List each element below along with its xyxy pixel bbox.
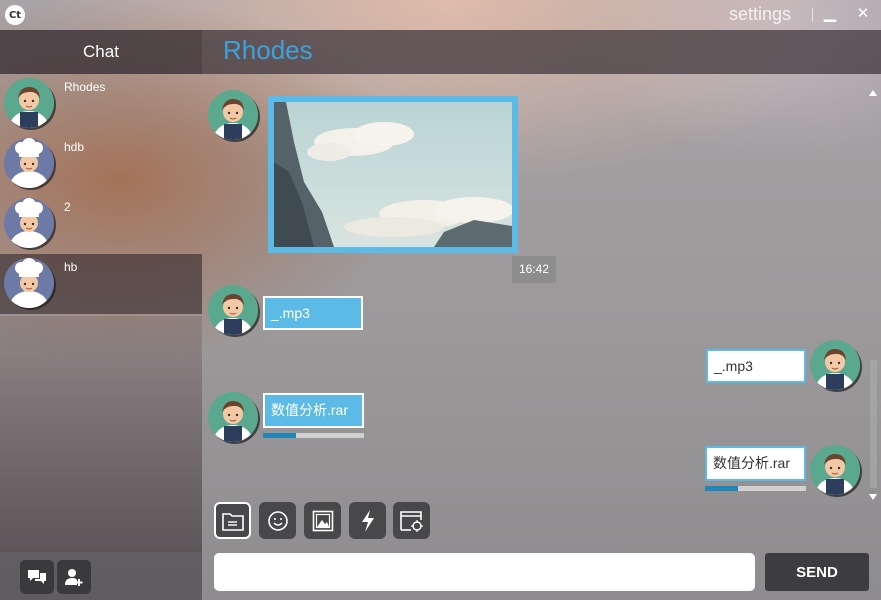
folder-icon (221, 512, 244, 531)
chat-bubbles-icon (28, 570, 46, 584)
contact-item[interactable]: 2 (0, 194, 202, 254)
screenshot-button[interactable] (393, 502, 430, 539)
sender-avatar[interactable] (208, 392, 258, 442)
chat-header: Rhodes (202, 30, 881, 74)
message-timestamp: 16:42 (512, 256, 556, 283)
my-avatar[interactable] (810, 340, 860, 390)
emoji-button[interactable] (259, 502, 296, 539)
sender-avatar[interactable] (208, 90, 258, 140)
my-avatar[interactable] (810, 445, 860, 495)
contact-name: hb (64, 260, 78, 274)
upload-progress-bar (705, 486, 806, 491)
contact-item[interactable]: Rhodes (0, 74, 202, 134)
scroll-down-arrow[interactable] (869, 494, 877, 500)
scroll-up-arrow[interactable] (869, 90, 877, 96)
app-logo: Ct (5, 5, 25, 25)
image-icon (312, 510, 333, 531)
chef-avatar (4, 198, 54, 248)
chef-avatar (4, 138, 54, 188)
file-message-outgoing[interactable]: _.mp3 (706, 349, 806, 383)
send-image-button[interactable] (304, 502, 341, 539)
progress-fill (263, 433, 297, 438)
file-message-outgoing[interactable]: 数值分析.rar (705, 446, 806, 481)
send-button[interactable]: SEND (765, 553, 869, 591)
sender-avatar[interactable] (208, 285, 258, 335)
file-message-incoming[interactable]: 数值分析.rar (263, 393, 364, 428)
sidebar-empty-area (0, 316, 202, 552)
add-contact-button[interactable] (57, 560, 91, 594)
sidebar: Chat Rhodes hdb 2 hb (0, 30, 202, 600)
lightning-icon (361, 509, 374, 532)
sidebar-header: Chat (0, 30, 202, 74)
progress-fill (705, 486, 739, 491)
minimize-button[interactable]: ▁ (822, 3, 838, 23)
send-file-button[interactable] (214, 502, 251, 539)
shake-button[interactable] (349, 502, 386, 539)
mountain-clouds-photo (274, 102, 512, 247)
waiter-avatar (4, 78, 54, 128)
download-progress-bar (263, 433, 364, 438)
chef-avatar (4, 258, 54, 308)
add-user-icon (65, 569, 83, 586)
contact-name: hdb (64, 140, 85, 154)
screenshot-icon (399, 510, 423, 532)
sidebar-title: Chat (83, 42, 119, 61)
title-bar: Ct settings ▁ ✕ (0, 0, 881, 30)
close-button[interactable]: ✕ (855, 4, 871, 24)
contact-item-active[interactable]: hb (0, 254, 202, 314)
emoji-icon (267, 510, 288, 531)
title-divider (812, 8, 813, 22)
sidebar-footer (0, 552, 202, 600)
contact-name: 2 (64, 200, 71, 214)
image-message[interactable] (268, 96, 518, 253)
contact-name: Rhodes (64, 80, 106, 94)
contact-item[interactable]: hdb (0, 134, 202, 194)
message-input[interactable] (214, 553, 755, 591)
file-message-incoming[interactable]: _.mp3 (263, 296, 363, 330)
chat-title: Rhodes (223, 35, 313, 65)
scrollbar-thumb[interactable] (870, 360, 877, 488)
settings-link[interactable]: settings (729, 4, 791, 25)
chat-list-button[interactable] (20, 560, 54, 594)
